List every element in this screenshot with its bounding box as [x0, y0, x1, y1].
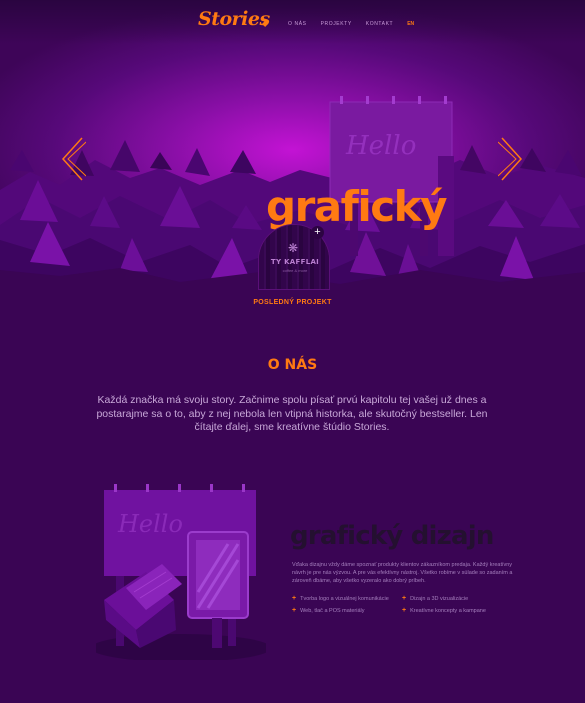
svg-text:Hello: Hello — [345, 131, 416, 161]
chevron-right-icon[interactable] — [498, 136, 524, 182]
brand-logo[interactable]: Stories — [198, 8, 270, 30]
graphic-design-illustration: Hello — [96, 484, 266, 660]
hero-billboard: Hello — [329, 96, 454, 256]
plus-icon: + — [402, 595, 407, 602]
coffee-logo-icon: ❋ — [288, 241, 299, 255]
service-description: Vďaka dizajnu vždy dáme spoznať produkty… — [292, 562, 513, 584]
nav-item-about[interactable]: O NÁS — [288, 21, 307, 27]
svg-text:Hello: Hello — [117, 510, 183, 538]
about-title: O NÁS — [267, 357, 318, 373]
nav-item-contact[interactable]: KONTAKT — [366, 21, 393, 27]
plus-icon: + — [402, 607, 407, 614]
feature-item: + Kreatívne koncepty a kampane — [402, 607, 486, 614]
plus-icon[interactable]: + — [311, 226, 324, 239]
last-project-link[interactable]: POSLEDNÝ PROJEKT — [0, 299, 585, 306]
project-tagline: coffee & more — [282, 268, 308, 273]
feature-item: + Tvorba logo a vizuálnej komunikácie — [292, 595, 389, 602]
feature-item: + Dizajn a 3D vizualizácie — [402, 595, 469, 602]
project-name: TY KAFFLAI — [270, 258, 320, 266]
service-title: grafický dizajn — [290, 521, 494, 551]
home-icon[interactable]: ◆ — [262, 19, 274, 28]
nav-item-projects[interactable]: PROJEKTY — [321, 21, 352, 27]
about-text: Každá značka má svoju story. Začnime spo… — [96, 394, 488, 433]
main-nav: ◆ O NÁS PROJEKTY KONTAKT EN — [262, 19, 414, 28]
plus-icon: + — [292, 595, 297, 602]
plus-icon: + — [292, 607, 297, 614]
chevron-left-icon[interactable] — [60, 136, 86, 182]
language-switch[interactable]: EN — [407, 21, 414, 27]
feature-item: + Web, tlač a POS materiály — [292, 607, 365, 614]
hero-section: Hello Stories ◆ O NÁS PROJEKTY KONTAKT E… — [0, 0, 585, 290]
